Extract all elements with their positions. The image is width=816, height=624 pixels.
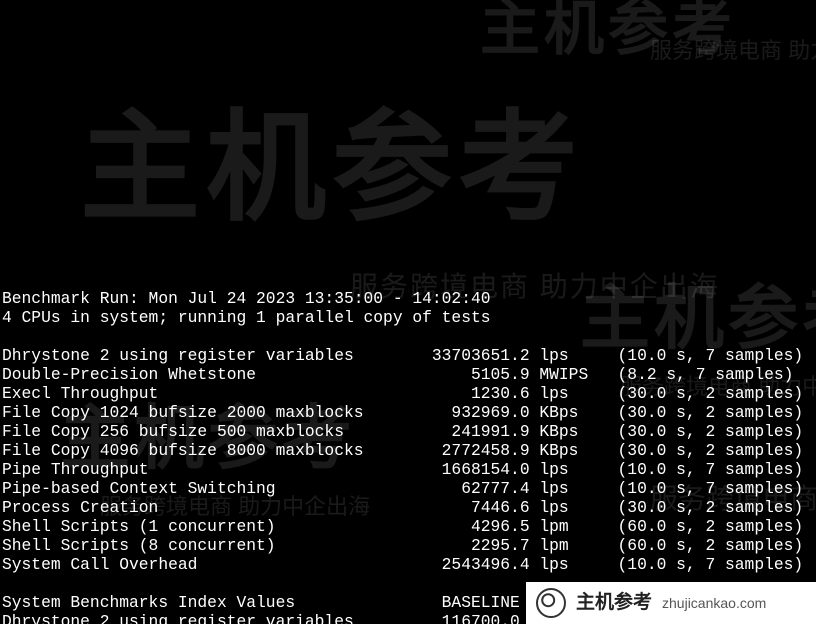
- watermark-text: 主机参考: [480, 19, 736, 38]
- watermark-text: 主机参考: [80, 159, 584, 178]
- source-name: 主机参考: [576, 593, 652, 612]
- watermark-subtext: 服务跨境电商 助力中企出海: [650, 41, 816, 60]
- source-logo-icon: [536, 588, 566, 618]
- source-domain: zhujicankao.com: [662, 594, 766, 613]
- source-badge: 主机参考 zhujicankao.com: [526, 582, 816, 624]
- terminal-output: Benchmark Run: Mon Jul 24 2023 13:35:00 …: [0, 285, 816, 624]
